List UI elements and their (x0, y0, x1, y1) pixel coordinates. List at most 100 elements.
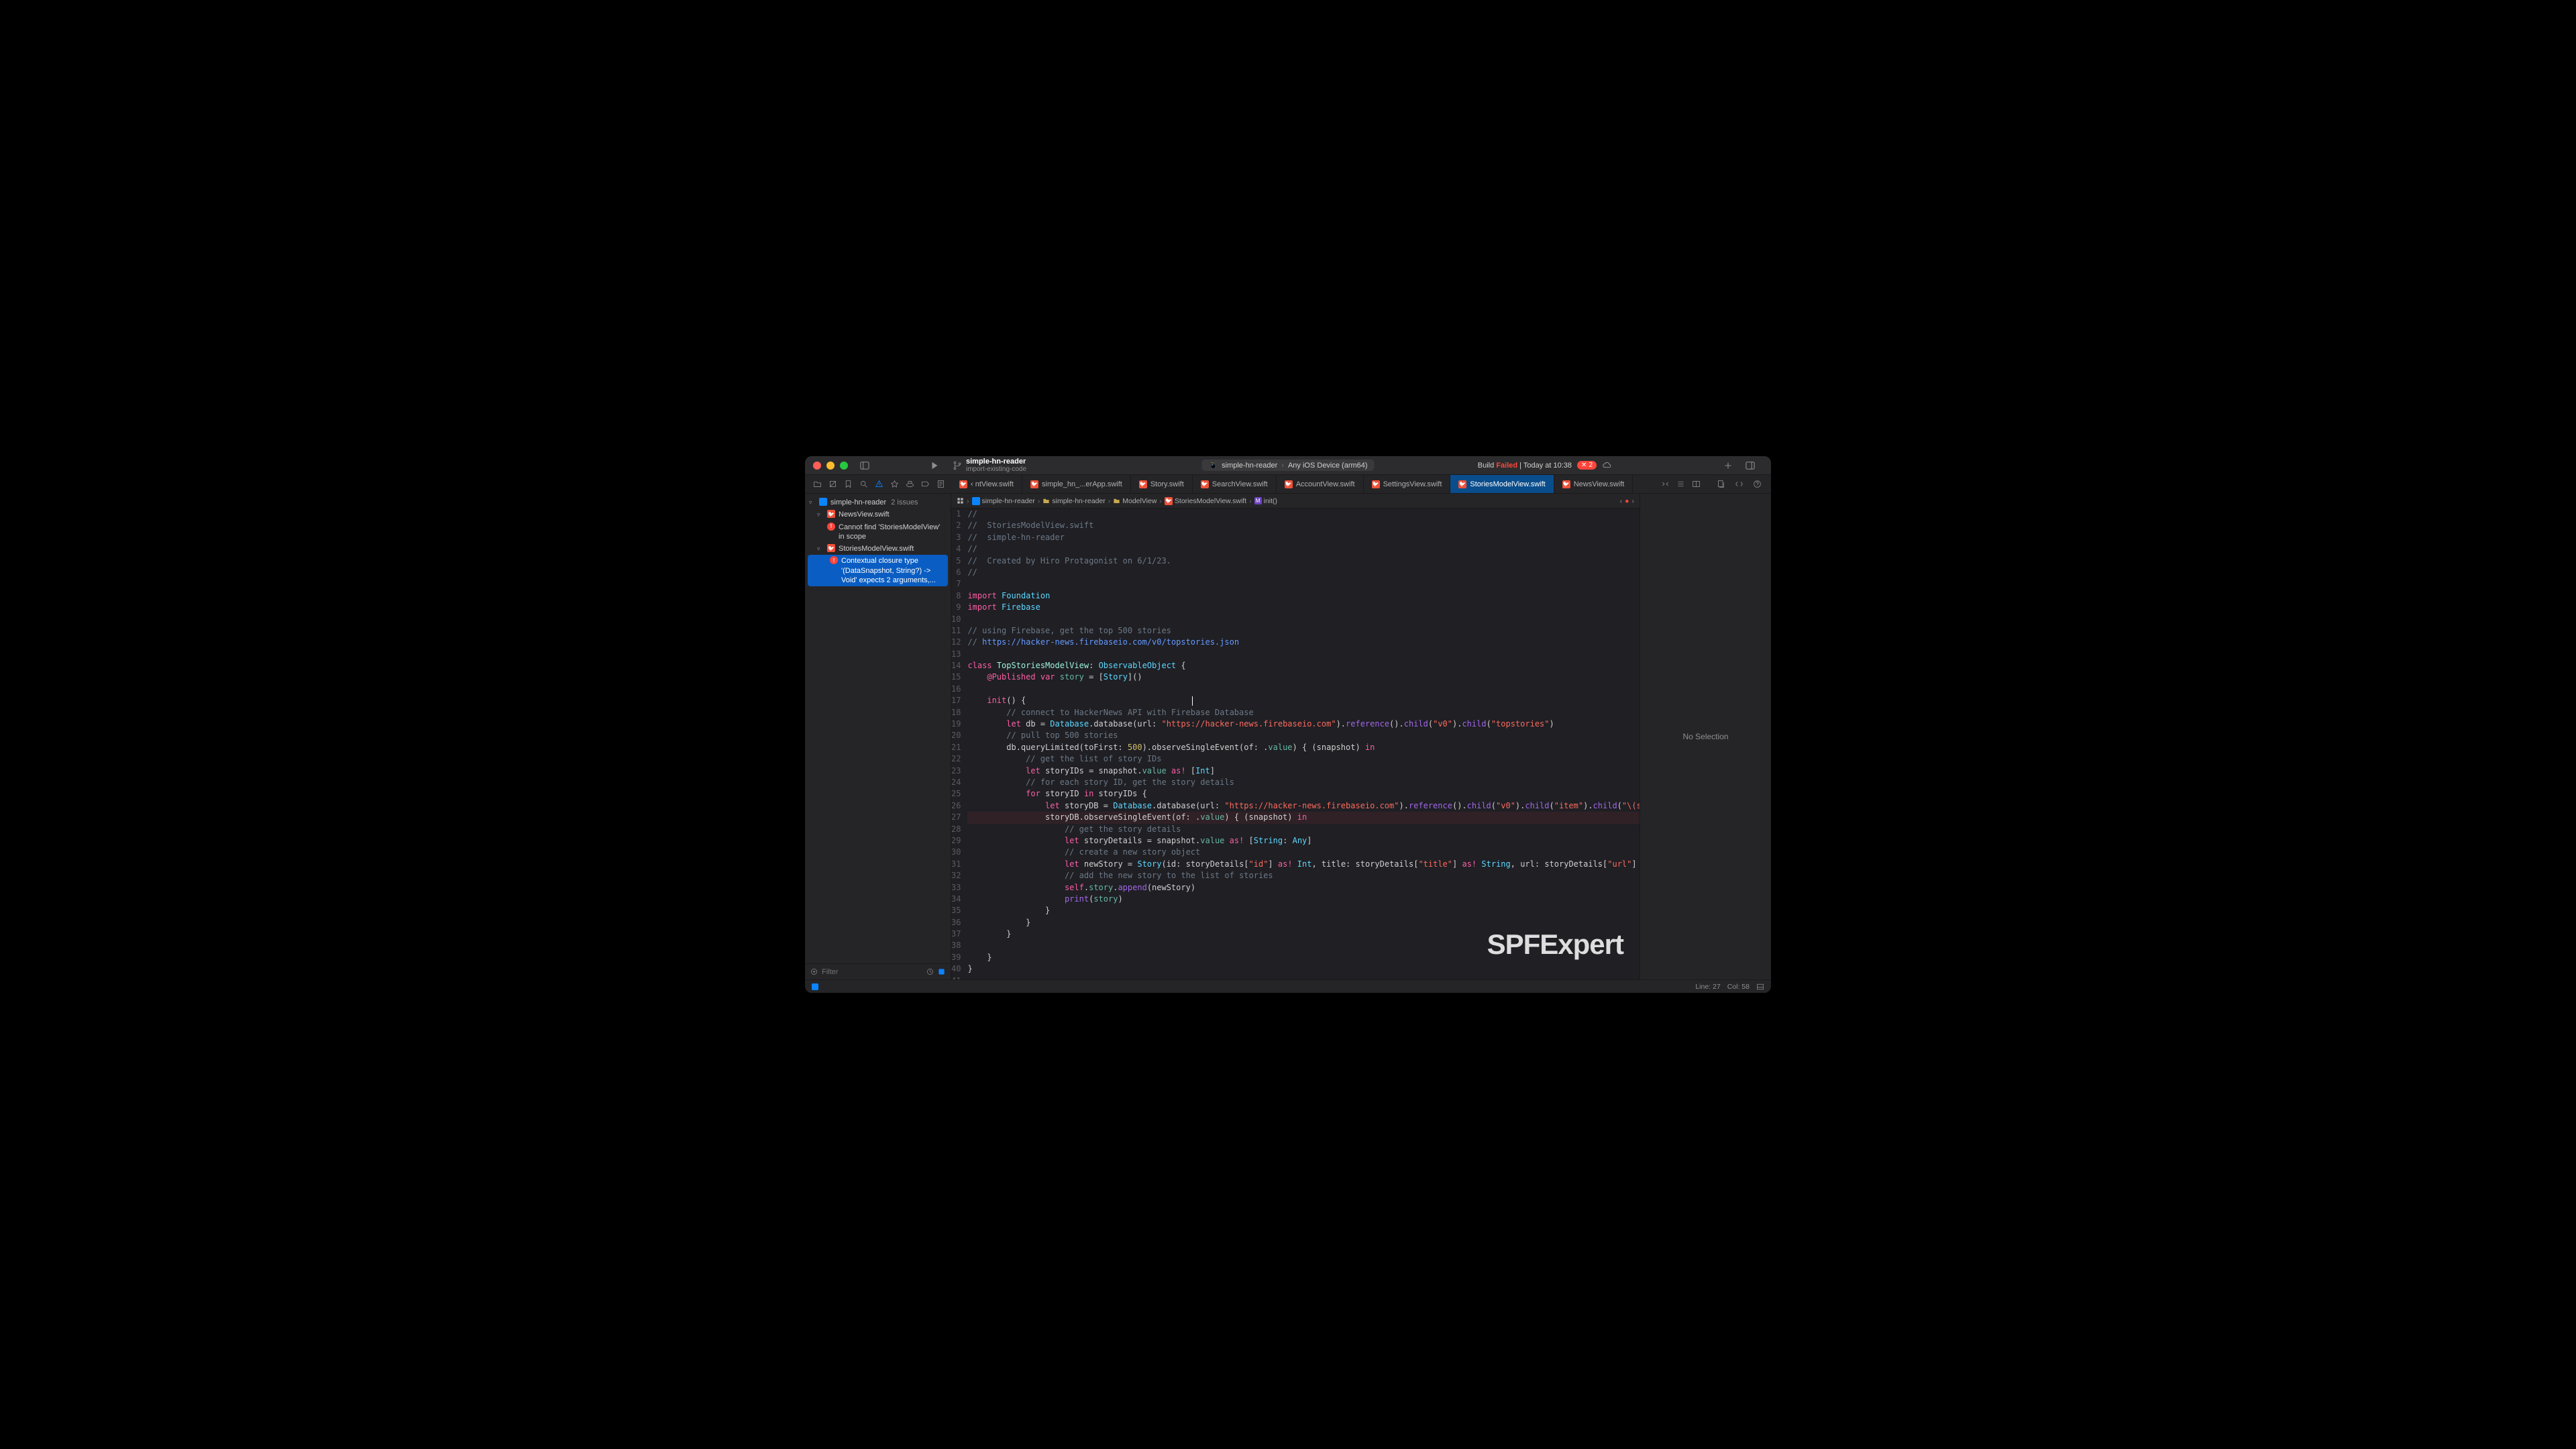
code-line[interactable]: 36 } (951, 917, 1640, 928)
code-text[interactable]: // get the story details (967, 824, 1640, 835)
jump-forward-icon[interactable]: › (1632, 497, 1635, 505)
nav-bookmark-icon[interactable] (844, 480, 853, 488)
code-line[interactable]: 11// using Firebase, get the top 500 sto… (951, 625, 1640, 637)
filter-scope-icon[interactable] (938, 968, 945, 975)
code-line[interactable]: 30 // create a new story object (951, 847, 1640, 858)
code-text[interactable]: print(story) (967, 894, 1640, 905)
code-line[interactable]: 5// Created by Hiro Protagonist on 6/1/2… (951, 555, 1640, 567)
code-line[interactable]: 32 // add the new story to the list of s… (951, 870, 1640, 881)
code-line[interactable]: 39 } (951, 952, 1640, 963)
code-text[interactable]: } (967, 963, 1640, 975)
file-tab[interactable]: AccountView.swift (1277, 475, 1364, 493)
file-tab[interactable]: ‹ ntView.swift (951, 475, 1022, 493)
zoom-window[interactable] (840, 462, 848, 470)
jump-segment[interactable]: simple-hn-reader (972, 497, 1035, 505)
filter-clock-icon[interactable] (926, 968, 934, 975)
code-text[interactable]: // for each story ID, get the story deta… (967, 777, 1640, 788)
file-tab[interactable]: NewsView.swift (1554, 475, 1633, 493)
tab-arrows-icon[interactable] (1661, 480, 1670, 488)
jump-back-icon[interactable]: ‹ (1620, 497, 1623, 505)
code-text[interactable]: // (967, 543, 1640, 555)
nav-breakpoint-icon[interactable] (921, 480, 930, 488)
jump-segment[interactable]: ModelView (1113, 497, 1157, 505)
code-text[interactable]: // pull top 500 stories (967, 730, 1640, 741)
file-tab[interactable]: simple_hn_...erApp.swift (1022, 475, 1131, 493)
code-line[interactable]: 33 self.story.append(newStory) (951, 882, 1640, 894)
add-tab-button[interactable] (1724, 462, 1732, 470)
code-line[interactable]: 40} (951, 963, 1640, 975)
issue-row[interactable]: !Contextual closure type '(DataSnapshot,… (808, 555, 948, 586)
code-text[interactable]: // get the list of story IDs (967, 753, 1640, 765)
code-text[interactable]: // simple-hn-reader (967, 532, 1640, 543)
code-line[interactable]: 31 let newStory = Story(id: storyDetails… (951, 859, 1640, 870)
code-text[interactable]: for storyID in storyIDs { (967, 788, 1640, 800)
code-text[interactable]: let storyDB = Database.database(url: "ht… (967, 800, 1640, 812)
code-text[interactable]: } (967, 905, 1640, 916)
nav-find-icon[interactable] (859, 480, 868, 488)
code-text[interactable]: } (967, 952, 1640, 963)
nav-source-control-icon[interactable] (828, 480, 837, 488)
nav-issues-icon[interactable] (875, 480, 883, 488)
code-editor[interactable]: 1//2// StoriesModelView.swift3// simple-… (951, 508, 1640, 979)
code-text[interactable]: let storyIDs = snapshot.value as! [Int] (967, 765, 1640, 777)
minimize-window[interactable] (826, 462, 835, 470)
code-scroll[interactable]: 1//2// StoriesModelView.swift3// simple-… (951, 508, 1640, 979)
issue-row[interactable]: ▿simple-hn-reader 2 issues (805, 496, 951, 508)
issue-row[interactable]: ▿NewsView.swift (805, 508, 951, 521)
filter-input[interactable] (822, 968, 922, 976)
code-text[interactable]: } (967, 917, 1640, 928)
file-tab[interactable]: Story.swift (1131, 475, 1193, 493)
code-text[interactable]: // using Firebase, get the top 500 stori… (967, 625, 1640, 637)
code-text[interactable] (967, 578, 1640, 590)
nav-debug-icon[interactable] (906, 480, 914, 488)
code-line[interactable]: 13 (951, 649, 1640, 660)
code-line[interactable]: 41 (951, 975, 1640, 979)
code-line[interactable]: 19 let db = Database.database(url: "http… (951, 718, 1640, 730)
tab-split-icon[interactable] (1692, 480, 1701, 488)
jump-error-icon[interactable]: ● (1625, 497, 1629, 505)
code-text[interactable]: storyDB.observeSingleEvent(of: .value) {… (967, 812, 1640, 823)
toggle-right-panel[interactable] (1746, 461, 1755, 470)
file-tab[interactable]: StoriesModelView.swift (1450, 475, 1554, 493)
code-line[interactable]: 2// StoriesModelView.swift (951, 520, 1640, 531)
code-text[interactable]: // StoriesModelView.swift (967, 520, 1640, 531)
code-line[interactable]: 23 let storyIDs = snapshot.value as! [In… (951, 765, 1640, 777)
nav-report-icon[interactable] (936, 480, 945, 488)
library-add-icon[interactable] (1717, 480, 1725, 488)
code-text[interactable]: } (967, 928, 1640, 940)
cloud-icon[interactable] (1602, 461, 1611, 470)
jump-segment[interactable]: StoriesModelView.swift (1165, 497, 1246, 505)
code-line[interactable]: 14class TopStoriesModelView: ObservableO… (951, 660, 1640, 672)
code-line[interactable]: 34 print(story) (951, 894, 1640, 905)
code-line[interactable]: 20 // pull top 500 stories (951, 730, 1640, 741)
issue-row[interactable]: ▿StoriesModelView.swift (805, 543, 951, 555)
code-line[interactable]: 27 storyDB.observeSingleEvent(of: .value… (951, 812, 1640, 823)
code-line[interactable]: 15 @Published var story = [Story]() (951, 672, 1640, 683)
code-text[interactable] (967, 684, 1640, 695)
code-text[interactable]: // (967, 567, 1640, 578)
code-line[interactable]: 12// https://hacker-news.firebaseio.com/… (951, 637, 1640, 648)
code-text[interactable]: let newStory = Story(id: storyDetails["i… (967, 859, 1640, 870)
code-text[interactable]: @Published var story = [Story]() (967, 672, 1640, 683)
code-line[interactable]: 8import Foundation (951, 590, 1640, 602)
code-line[interactable]: 38 (951, 940, 1640, 951)
code-text[interactable]: init() { (967, 695, 1640, 706)
jump-segment[interactable]: Minit() (1254, 497, 1277, 505)
nav-tests-icon[interactable] (890, 480, 899, 488)
code-text[interactable]: // connect to HackerNews API with Fireba… (967, 707, 1640, 718)
nav-project-icon[interactable] (813, 480, 822, 488)
code-text[interactable]: // (967, 508, 1640, 520)
code-line[interactable]: 29 let storyDetails = snapshot.value as!… (951, 835, 1640, 847)
build-status[interactable]: Build Failed | Today at 10:38 ✕ 2 (1478, 461, 1763, 470)
code-line[interactable]: 17 init() { (951, 695, 1640, 706)
status-activity-icon[interactable] (812, 983, 818, 990)
jump-segment[interactable]: simple-hn-reader (1042, 497, 1105, 505)
jump-segment[interactable] (957, 497, 964, 504)
code-line[interactable]: 35 } (951, 905, 1640, 916)
run-button[interactable] (930, 461, 939, 470)
code-text[interactable] (967, 614, 1640, 625)
file-tab[interactable]: SearchView.swift (1193, 475, 1277, 493)
code-line[interactable]: 26 let storyDB = Database.database(url: … (951, 800, 1640, 812)
close-window[interactable] (813, 462, 821, 470)
code-line[interactable]: 22 // get the list of story IDs (951, 753, 1640, 765)
